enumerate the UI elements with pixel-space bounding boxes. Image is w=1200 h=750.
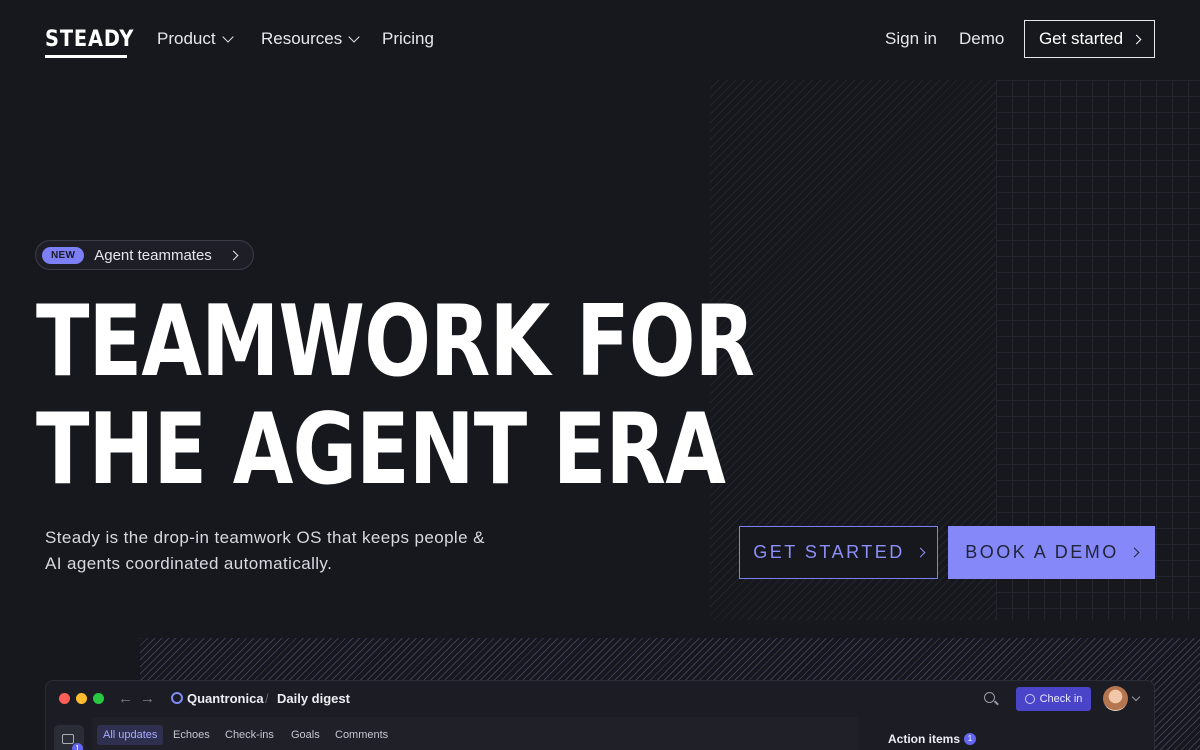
chevron-down-icon [348,30,360,43]
chevron-right-icon [1131,34,1142,44]
book-demo-cta[interactable]: BOOK A DEMO [948,526,1155,579]
chevron-down-icon [221,30,234,43]
chevron-right-icon [1129,547,1140,558]
chevron-down-icon[interactable] [1131,692,1141,702]
check-in-button[interactable]: Check in [1016,687,1091,711]
nav-pricing[interactable]: Pricing [382,29,434,49]
nav-pricing-label: Pricing [382,29,434,48]
nav-resources[interactable]: Resources [261,29,360,49]
sidebar-badge: 1 [72,743,83,750]
tab-comments[interactable]: Comments [335,729,388,741]
tab-all-updates[interactable]: All updates [97,725,164,745]
back-arrow-icon[interactable]: ← [118,690,133,707]
announcement-text: Agent teammates [94,246,212,264]
logo-underline [45,55,127,58]
window-minimize-dot [76,693,87,704]
chevron-right-icon [915,547,926,558]
headline-line-1: TEAMWORK FOR [36,285,755,399]
workspace-icon [171,692,183,704]
updates-icon [62,734,74,744]
window-maximize-dot [93,693,104,704]
forward-arrow-icon[interactable]: → [140,690,155,707]
get-started-label: Get started [1038,29,1124,48]
tab-goals[interactable]: Goals [291,729,320,741]
action-items-label: Action items [888,732,961,746]
headline-line-2: THE AGENT ERA [36,393,726,507]
nav-product[interactable]: Product [157,29,234,49]
action-items-heading: Action items 1 [888,732,977,746]
avatar[interactable] [1103,686,1128,711]
sidebar-updates-button[interactable]: 1 [54,725,84,750]
logo[interactable]: STEADY [45,27,134,52]
check-in-label: Check in [1039,693,1083,705]
hero-subheading: Steady is the drop-in teamwork OS that k… [45,528,485,573]
book-demo-cta-label: BOOK A DEMO [965,542,1119,562]
breadcrumb-page: Daily digest [277,691,350,706]
nav-product-label: Product [157,29,216,48]
announcement-pill[interactable]: NEW Agent teammates [35,240,254,270]
app-preview-window: ← → Quantronica / Daily digest Check in … [45,680,1155,750]
breadcrumb-separator: / [265,691,269,706]
tab-check-ins[interactable]: Check-ins [225,729,274,741]
search-icon[interactable] [984,692,995,703]
sign-in-link[interactable]: Sign in [885,29,937,49]
get-started-cta-label: GET STARTED [753,542,905,562]
action-items-count: 1 [964,733,977,745]
get-started-cta[interactable]: GET STARTED [739,526,938,579]
new-badge: NEW [42,246,85,264]
check-icon [1024,694,1035,704]
breadcrumb-workspace[interactable]: Quantronica [187,691,264,706]
top-nav: STEADY Product Resources Pricing Sign in… [0,0,1200,78]
get-started-button[interactable]: Get started [1024,20,1155,58]
demo-link[interactable]: Demo [959,29,1004,49]
hero-headline: TEAMWORK FOR THE AGENT ERA [36,285,755,507]
nav-resources-label: Resources [261,29,343,48]
window-close-dot [59,693,70,704]
tab-echoes[interactable]: Echoes [173,729,210,741]
chevron-right-icon [228,250,239,260]
